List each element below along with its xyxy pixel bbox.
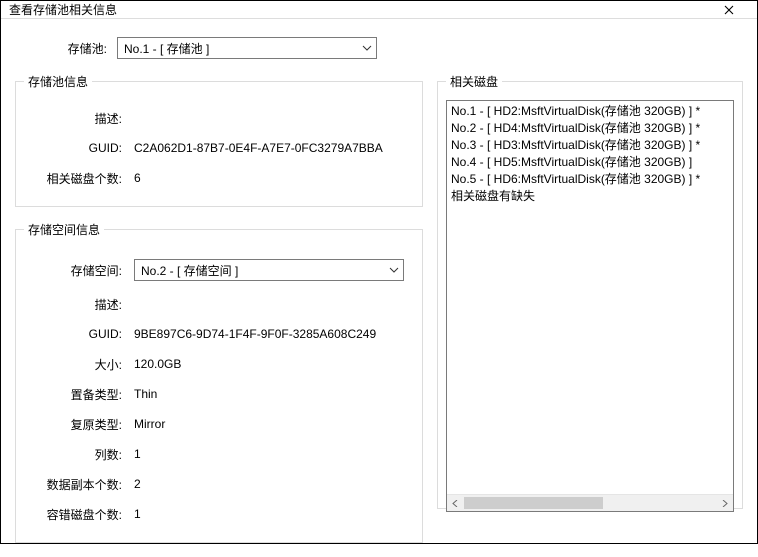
space-copies-label: 数据副本个数: [24,476,134,493]
space-resil-value: Mirror [134,417,414,431]
space-tolerate-label: 容错磁盘个数: [24,506,134,523]
list-item[interactable]: No.2 - [ HD4:MsftVirtualDisk(存储池 320GB) … [451,120,729,137]
related-disks-listbox[interactable]: No.1 - [ HD2:MsftVirtualDisk(存储池 320GB) … [446,100,734,512]
list-item[interactable]: No.1 - [ HD2:MsftVirtualDisk(存储池 320GB) … [451,103,729,120]
space-info-group: 存储空间信息 存储空间: No.2 - [ 存储空间 ] 描述: [15,221,423,543]
pool-select-value: No.1 - [ 存储池 ] [124,40,209,57]
pool-select[interactable]: No.1 - [ 存储池 ] [117,37,377,59]
space-select-value: No.2 - [ 存储空间 ] [141,262,238,279]
chevron-down-icon [362,45,372,51]
close-button[interactable] [709,1,749,18]
scroll-track[interactable] [464,495,716,511]
scroll-thumb[interactable] [464,497,603,509]
pool-guid-label: GUID: [24,141,134,155]
related-disks-legend: 相关磁盘 [446,73,502,90]
pool-diskcount-value: 6 [134,171,414,185]
space-tolerate-value: 1 [134,507,414,521]
columns: 存储池信息 描述: GUID: C2A062D1-87B7-0E4F-A7E7-… [15,73,743,543]
list-item[interactable]: No.4 - [ HD5:MsftVirtualDisk(存储池 320GB) … [451,154,729,171]
list-item[interactable]: No.5 - [ HD6:MsftVirtualDisk(存储池 320GB) … [451,171,729,188]
space-size-label: 大小: [24,356,134,373]
space-info-legend: 存储空间信息 [24,221,104,238]
pool-diskcount-label: 相关磁盘个数: [24,170,134,187]
pool-guid-value: C2A062D1-87B7-0E4F-A7E7-0FC3279A7BBA [134,141,414,155]
chevron-right-icon [721,500,728,507]
list-item[interactable]: 相关磁盘有缺失 [451,188,729,205]
pool-desc-label: 描述: [24,110,134,127]
list-item[interactable]: No.3 - [ HD3:MsftVirtualDisk(存储池 320GB) … [451,137,729,154]
chevron-left-icon [452,500,459,507]
space-size-value: 120.0GB [134,357,414,371]
dialog-body: 存储池: No.1 - [ 存储池 ] 存储池信息 描述: GUID: [1,19,757,557]
dialog-window: 查看存储池相关信息 存储池: No.1 - [ 存储池 ] 存储池信息 [0,0,758,544]
space-prov-label: 置备类型: [24,386,134,403]
titlebar: 查看存储池相关信息 [1,1,757,19]
pool-info-group: 存储池信息 描述: GUID: C2A062D1-87B7-0E4F-A7E7-… [15,73,423,207]
related-disks-list-wrap: No.1 - [ HD2:MsftVirtualDisk(存储池 320GB) … [446,100,734,512]
pool-info-legend: 存储池信息 [24,73,92,90]
space-copies-value: 2 [134,477,414,491]
space-prov-value: Thin [134,387,414,401]
space-cols-label: 列数: [24,446,134,463]
space-guid-value: 9BE897C6-9D74-1F4F-9F0F-3285A608C249 [134,327,414,341]
scroll-left-button[interactable] [447,495,464,511]
space-desc-label: 描述: [24,296,134,313]
pool-selector-row: 存储池: No.1 - [ 存储池 ] [15,37,743,59]
related-disks-group: 相关磁盘 No.1 - [ HD2:MsftVirtualDisk(存储池 32… [437,73,743,509]
pool-selector-label: 存储池: [15,40,117,57]
space-guid-label: GUID: [24,327,134,341]
space-cols-value: 1 [134,447,414,461]
horizontal-scrollbar[interactable] [447,494,733,511]
chevron-down-icon [389,267,399,273]
left-column: 存储池信息 描述: GUID: C2A062D1-87B7-0E4F-A7E7-… [15,73,423,543]
scroll-right-button[interactable] [716,495,733,511]
space-select[interactable]: No.2 - [ 存储空间 ] [134,259,404,281]
close-icon [724,3,734,17]
window-title: 查看存储池相关信息 [9,1,709,18]
related-disks-content: No.1 - [ HD2:MsftVirtualDisk(存储池 320GB) … [447,101,733,494]
right-column: 相关磁盘 No.1 - [ HD2:MsftVirtualDisk(存储池 32… [437,73,743,509]
space-resil-label: 复原类型: [24,416,134,433]
space-selector-label: 存储空间: [24,262,134,279]
